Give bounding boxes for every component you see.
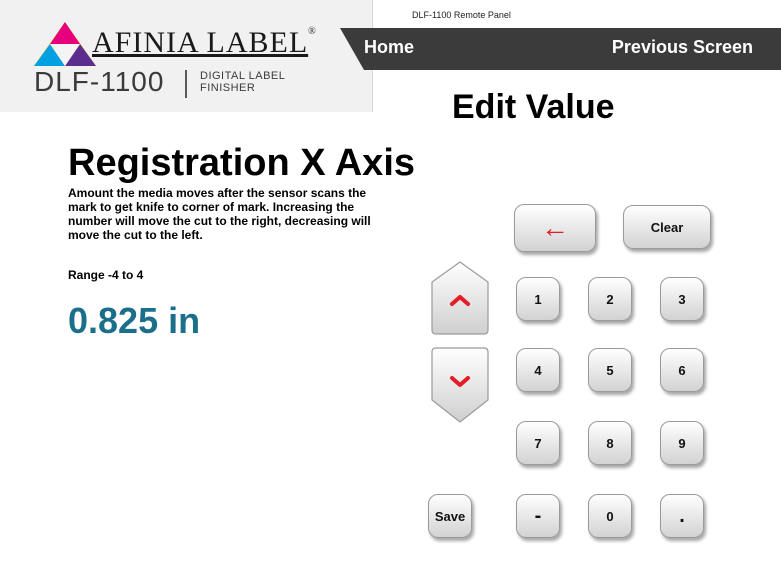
key-decimal[interactable]: . (660, 494, 704, 538)
home-button[interactable]: Home (364, 37, 414, 58)
key-3[interactable]: 3 (660, 277, 704, 321)
window-title: DLF-1100 Remote Panel (412, 10, 511, 20)
key-6[interactable]: 6 (660, 348, 704, 392)
increment-button[interactable] (428, 260, 492, 336)
key-7[interactable]: 7 (516, 421, 560, 465)
backspace-button[interactable]: ← (514, 204, 596, 252)
backspace-arrow-icon: ← (541, 212, 569, 243)
setting-value: 0.825 in (68, 300, 201, 341)
setting-range: Range -4 to 4 (68, 268, 144, 282)
decrement-button[interactable] (428, 346, 492, 424)
setting-name: Registration X Axis (68, 142, 416, 184)
key-2[interactable]: 2 (588, 277, 632, 321)
key-9[interactable]: 9 (660, 421, 704, 465)
key-8[interactable]: 8 (588, 421, 632, 465)
clear-label: Clear (650, 219, 684, 235)
afinia-logo-icon (34, 22, 96, 66)
logo-brand: AFINIA LABEL® (92, 26, 317, 59)
key-5[interactable]: 5 (588, 348, 632, 392)
clear-button[interactable]: Clear (623, 205, 711, 249)
previous-screen-button[interactable]: Previous Screen (612, 37, 753, 58)
key-1[interactable]: 1 (516, 277, 560, 321)
page-title: Edit Value (452, 88, 615, 126)
save-button[interactable]: Save (428, 494, 472, 538)
logo-panel: AFINIA LABEL® DLF-1100 DIGITAL LABEL FIN… (0, 0, 373, 112)
key-0[interactable]: 0 (588, 494, 632, 538)
key-minus[interactable]: - (516, 494, 560, 538)
logo-divider (185, 70, 187, 98)
setting-description: Amount the media moves after the sensor … (68, 186, 371, 242)
logo-subtitle: DIGITAL LABEL FINISHER (200, 70, 286, 94)
key-4[interactable]: 4 (516, 348, 560, 392)
logo-model: DLF-1100 (34, 66, 165, 97)
